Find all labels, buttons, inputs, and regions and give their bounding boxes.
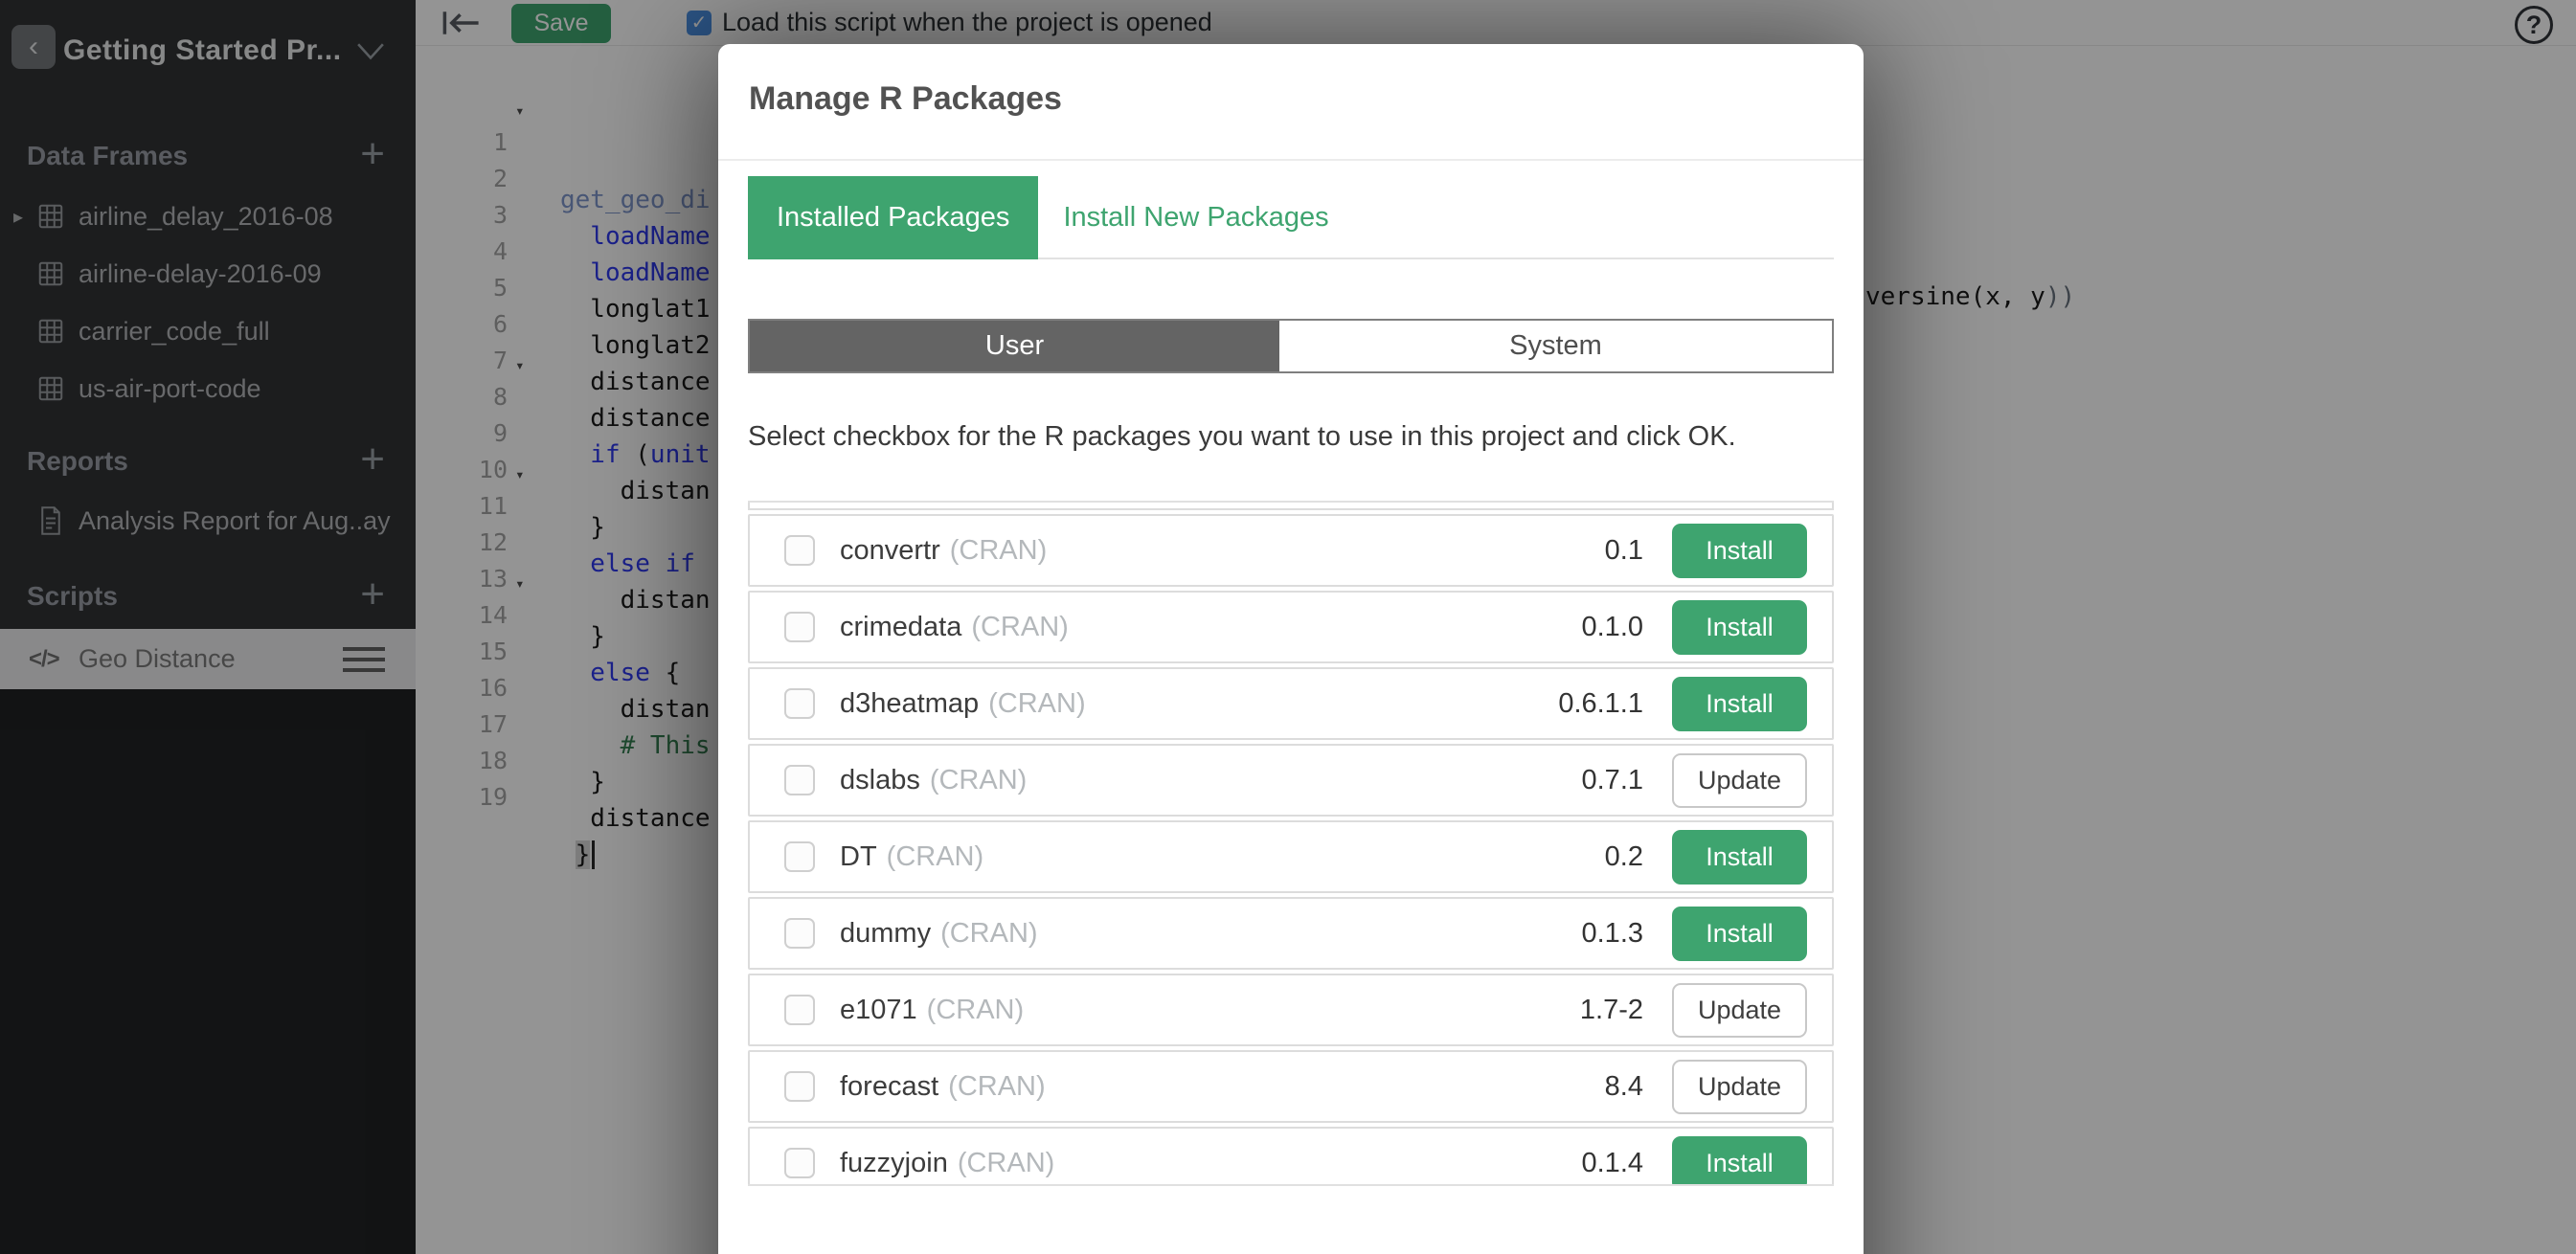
package-source: (CRAN) (940, 918, 1038, 950)
scope-user-option[interactable]: User (750, 321, 1279, 371)
dialog-header-divider (718, 159, 1864, 161)
package-source: (CRAN) (958, 1148, 1055, 1179)
package-version: 0.1.0 (1582, 612, 1644, 643)
package-row: crimedata (CRAN) 0.1.0 Install (748, 591, 1834, 663)
package-name: dslabs (840, 765, 920, 796)
package-source: (CRAN) (948, 1071, 1046, 1103)
tab-install-new-packages[interactable]: Install New Packages (1038, 176, 1353, 259)
package-checkbox[interactable] (784, 765, 815, 795)
package-row: convertr (CRAN) 0.1 Install (748, 514, 1834, 587)
package-row: e1071 (CRAN) 1.7-2 Update (748, 974, 1834, 1046)
package-name: crimedata (840, 612, 961, 643)
package-source: (CRAN) (930, 765, 1028, 796)
package-checkbox[interactable] (784, 995, 815, 1025)
package-action-button[interactable]: Install (1672, 907, 1807, 961)
package-version: 0.6.1.1 (1558, 688, 1643, 720)
package-checkbox[interactable] (784, 841, 815, 872)
package-row-partial (748, 503, 1834, 510)
package-action-button[interactable]: Update (1672, 983, 1807, 1038)
package-source: (CRAN) (927, 995, 1025, 1026)
package-version: 0.1.4 (1582, 1148, 1644, 1179)
package-row: dummy (CRAN) 0.1.3 Install (748, 897, 1834, 970)
package-row: dslabs (CRAN) 0.7.1 Update (748, 744, 1834, 817)
package-list[interactable]: convertr (CRAN) 0.1 Install crimedata (C… (748, 501, 1834, 1186)
package-action-button[interactable]: Install (1672, 600, 1807, 655)
package-name: convertr (840, 535, 940, 567)
package-source: (CRAN) (971, 612, 1069, 643)
dialog-tabs: Installed Packages Install New Packages (748, 176, 1834, 259)
package-checkbox[interactable] (784, 1148, 815, 1178)
package-action-button[interactable]: Install (1672, 677, 1807, 731)
scope-system-option[interactable]: System (1279, 321, 1832, 371)
package-version: 0.1.3 (1582, 918, 1644, 950)
package-name: forecast (840, 1071, 938, 1103)
scope-toggle: User System (748, 319, 1834, 373)
package-action-button[interactable]: Install (1672, 830, 1807, 885)
package-action-button[interactable]: Install (1672, 524, 1807, 578)
package-row: DT (CRAN) 0.2 Install (748, 820, 1834, 893)
instruction-text: Select checkbox for the R packages you w… (748, 421, 1736, 453)
package-source: (CRAN) (950, 535, 1048, 567)
package-checkbox[interactable] (784, 612, 815, 642)
package-checkbox[interactable] (784, 688, 815, 719)
package-name: e1071 (840, 995, 917, 1026)
app-screen: ‹ Getting Started Pr... Data Frames + ▸a… (0, 0, 2576, 1254)
package-source: (CRAN) (887, 841, 984, 873)
manage-r-packages-dialog: Manage R Packages Installed Packages Ins… (718, 44, 1864, 1254)
package-version: 0.1 (1605, 535, 1643, 567)
package-action-button[interactable]: Install (1672, 1136, 1807, 1187)
package-version: 1.7-2 (1580, 995, 1643, 1026)
package-name: dummy (840, 918, 931, 950)
package-source: (CRAN) (988, 688, 1086, 720)
package-name: d3heatmap (840, 688, 979, 720)
package-action-button[interactable]: Update (1672, 1060, 1807, 1114)
package-version: 8.4 (1605, 1071, 1643, 1103)
package-row: fuzzyjoin (CRAN) 0.1.4 Install (748, 1127, 1834, 1186)
package-row: d3heatmap (CRAN) 0.6.1.1 Install (748, 667, 1834, 740)
package-version: 0.2 (1605, 841, 1643, 873)
package-checkbox[interactable] (784, 1071, 815, 1102)
package-checkbox[interactable] (784, 918, 815, 949)
package-row: forecast (CRAN) 8.4 Update (748, 1050, 1834, 1123)
package-checkbox[interactable] (784, 535, 815, 566)
package-name: DT (840, 841, 877, 873)
tab-installed-packages[interactable]: Installed Packages (748, 176, 1038, 259)
dialog-title: Manage R Packages (749, 80, 1062, 118)
package-action-button[interactable]: Update (1672, 753, 1807, 808)
package-name: fuzzyjoin (840, 1148, 948, 1179)
package-version: 0.7.1 (1582, 765, 1644, 796)
package-rows: convertr (CRAN) 0.1 Install crimedata (C… (748, 514, 1834, 1186)
